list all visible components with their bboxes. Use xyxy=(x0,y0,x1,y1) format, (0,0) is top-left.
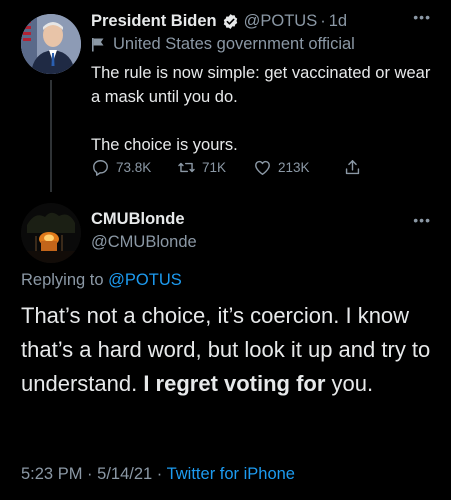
replying-to: Replying to @POTUS xyxy=(21,271,182,290)
more-icon[interactable]: ••• xyxy=(413,212,431,228)
reply-text-end: you. xyxy=(325,371,374,396)
replying-prefix: Replying to xyxy=(21,271,104,289)
mention-link[interactable]: @POTUS xyxy=(108,271,182,289)
like-button[interactable]: 213K xyxy=(253,158,343,177)
avatar-image xyxy=(21,203,81,263)
timestamp[interactable]: 1d xyxy=(329,12,347,31)
handle[interactable]: @POTUS xyxy=(244,12,318,31)
reply-handle[interactable]: @CMUBlonde xyxy=(91,233,197,252)
reply-button[interactable]: 73.8K xyxy=(91,158,173,177)
retweet-icon xyxy=(178,162,195,173)
reply-count: 73.8K xyxy=(116,160,152,175)
reply-text: That’s not a choice, it’s coercion. I kn… xyxy=(21,299,436,401)
share-icon xyxy=(345,160,360,175)
reply-display-name[interactable]: CMUBlonde xyxy=(91,210,185,229)
reply-avatar[interactable] xyxy=(21,203,81,263)
reply-text-bold: I regret voting for xyxy=(143,371,326,396)
parent-header: President Biden @POTUS · 1d xyxy=(91,10,347,32)
tweet-text: The rule is now simple: get vaccinated o… xyxy=(91,64,431,154)
government-label-text: United States government official xyxy=(113,35,355,53)
thread-line xyxy=(50,80,52,192)
action-bar: 73.8K 71K 213K xyxy=(91,158,368,177)
government-label[interactable]: United States government official xyxy=(91,35,355,54)
display-name[interactable]: President Biden xyxy=(91,12,217,31)
heart-icon xyxy=(255,160,270,175)
time-separator: · xyxy=(320,11,326,30)
retweet-button[interactable]: 71K xyxy=(177,158,249,177)
date-separator: · xyxy=(87,465,93,483)
source-separator: · xyxy=(156,465,163,483)
reply-icon xyxy=(93,160,108,176)
share-button[interactable] xyxy=(343,158,368,177)
more-icon[interactable]: ••• xyxy=(413,9,431,25)
retweet-count: 71K xyxy=(202,160,227,175)
verified-badge-icon xyxy=(222,13,239,30)
tweet-time[interactable]: 5:23 PM xyxy=(21,465,82,483)
tweet-meta: 5:23 PM · 5/14/21 · Twitter for iPhone xyxy=(21,465,295,484)
avatar[interactable] xyxy=(21,14,81,74)
avatar-image xyxy=(21,14,81,74)
like-count: 213K xyxy=(278,160,310,175)
tweet-date[interactable]: 5/14/21 xyxy=(97,465,152,483)
source-link[interactable]: Twitter for iPhone xyxy=(167,465,295,483)
parent-tweet[interactable]: President Biden @POTUS · 1d ••• United S… xyxy=(0,0,451,192)
flag-icon xyxy=(91,37,105,52)
